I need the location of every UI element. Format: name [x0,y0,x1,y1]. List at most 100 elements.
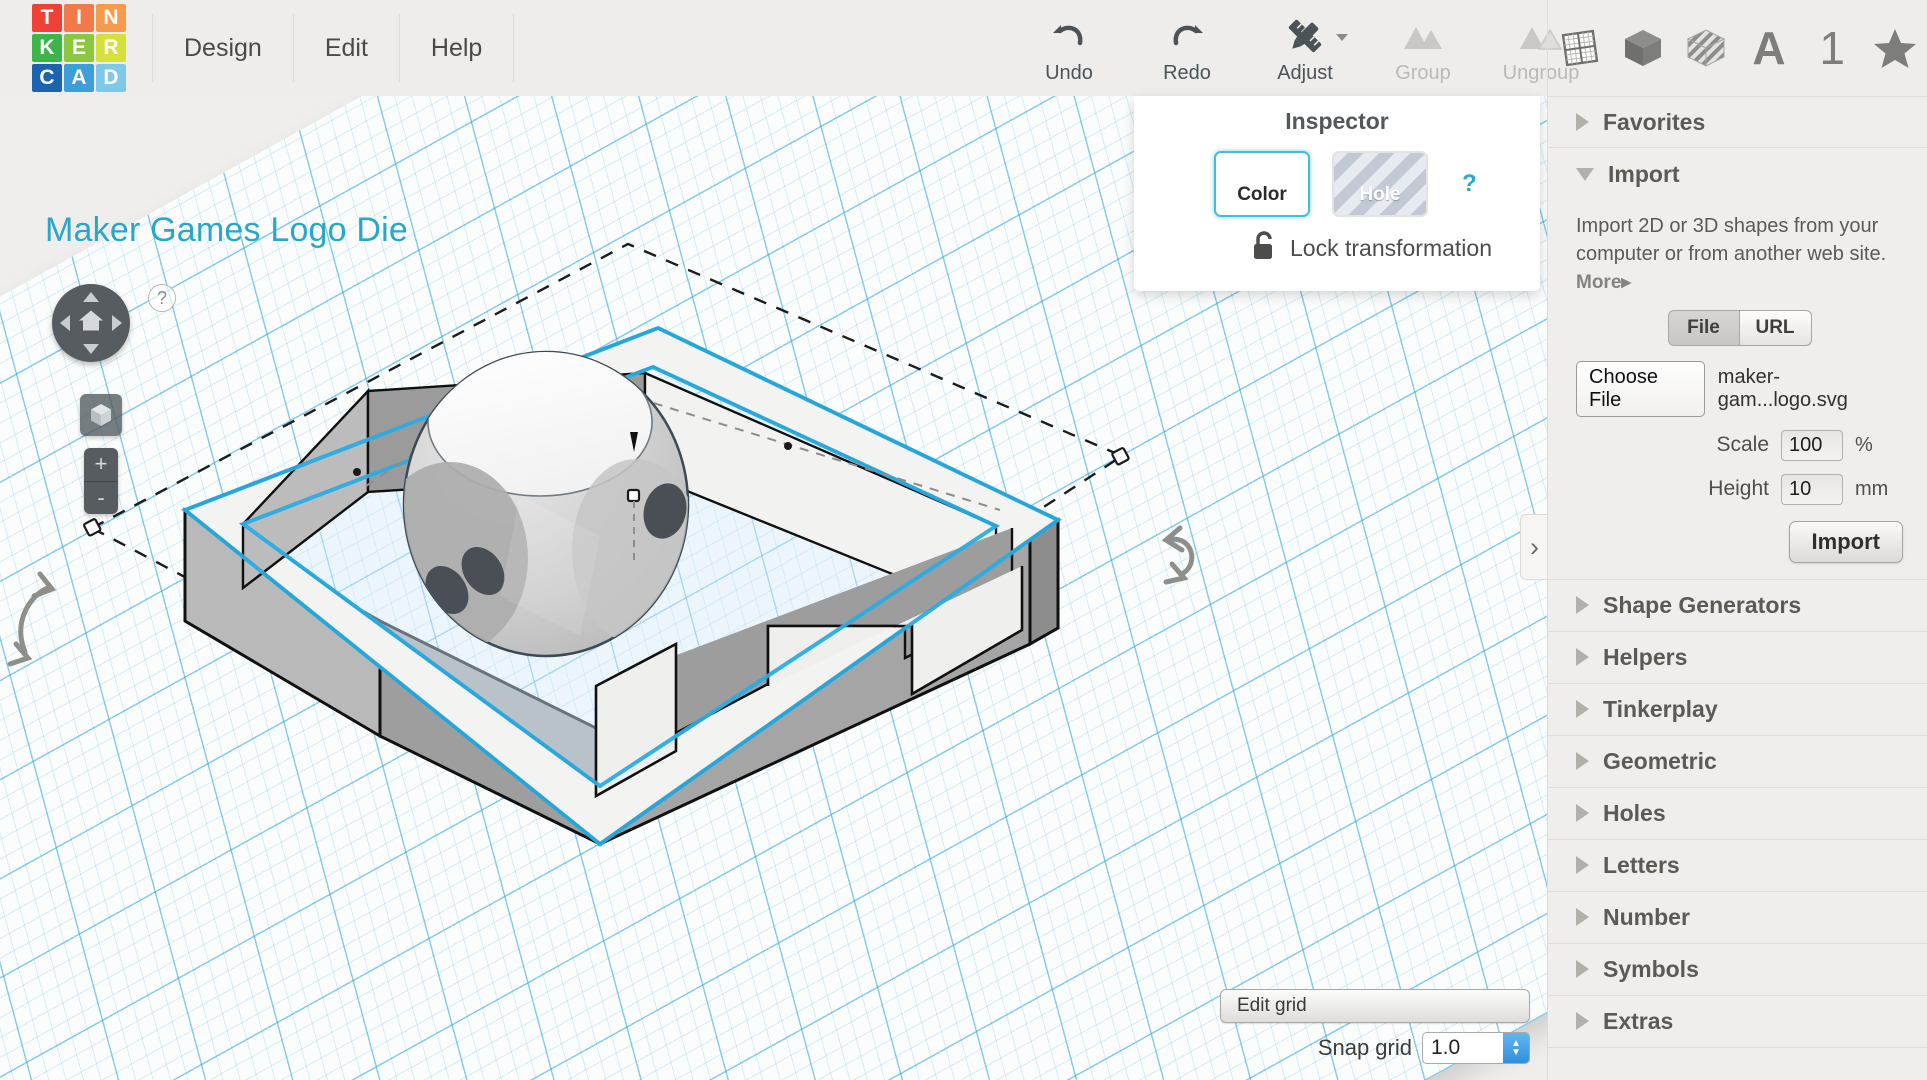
menu-item-help[interactable]: Help [400,14,515,82]
group-label: Group [1395,62,1451,84]
import-button[interactable]: Import [1788,520,1903,563]
lock-transformation-row[interactable]: Lock transformation [1134,231,1540,266]
shape-library-toolbar: A 1 [1547,0,1927,96]
undo-icon [1049,14,1089,58]
edit-grid-button[interactable]: Edit grid [1220,989,1530,1023]
group-button[interactable]: Group [1364,8,1482,85]
unlocked-padlock-icon[interactable] [1252,231,1278,266]
menu-bar: Design Edit Help [152,12,515,84]
import-button-row: Import [1576,520,1903,563]
panel-collapse-chevron-icon[interactable]: › [1520,514,1548,580]
section-header-import[interactable]: Import [1548,148,1927,200]
chevron-right-icon [1576,113,1589,131]
rotate-handle-right[interactable] [1161,525,1195,585]
color-swatch-button[interactable]: Color [1214,151,1310,217]
zoom-in-button[interactable]: + [84,448,118,482]
stepper-down-icon[interactable]: ▼ [1511,1048,1521,1058]
tinkercad-logo[interactable]: T I N K E R C A D [32,4,126,92]
inspector-swatches: Color Hole ? [1134,151,1540,217]
section-header-favorites[interactable]: Favorites [1548,96,1927,148]
inspector-panel: Inspector Color Hole ? Lock transformati… [1134,96,1540,291]
chevron-right-icon [1576,908,1589,927]
workplane-grid-icon[interactable] [1553,21,1607,75]
tab-file[interactable]: File [1667,309,1740,346]
grid-controls: Edit grid Snap grid 1.0 ▲ ▼ [1220,989,1530,1064]
chevron-right-icon [1576,700,1589,719]
section-label: Favorites [1603,108,1706,135]
nav-up-icon[interactable] [83,292,99,302]
section-header-extras[interactable]: Extras [1548,996,1927,1048]
scale-unit: % [1855,433,1873,456]
import-description: Import 2D or 3D shapes from your compute… [1576,215,1887,266]
section-header-symbols[interactable]: Symbols [1548,944,1927,996]
section-label: Geometric [1603,747,1717,774]
solid-cube-icon[interactable] [1616,21,1670,75]
section-header-helpers[interactable]: Helpers [1548,632,1927,684]
section-label: Helpers [1603,643,1688,670]
chevron-down-icon [1576,167,1594,181]
logo-tile: K [32,34,62,62]
height-unit: mm [1855,477,1889,500]
home-icon[interactable] [78,309,104,338]
section-header-holes[interactable]: Holes [1548,788,1927,840]
hole-swatch-button[interactable]: Hole [1332,151,1428,217]
logo-tile: A [64,64,94,92]
tinkercad-app: T I N K E R C A D Design Edit Help Undo [0,0,1927,1080]
snap-grid-label: Snap grid [1317,1035,1412,1060]
section-header-geometric[interactable]: Geometric [1548,736,1927,788]
redo-button[interactable]: Redo [1128,8,1246,85]
height-label: Height [1708,477,1769,501]
menu-item-edit[interactable]: Edit [294,14,400,82]
group-icon [1400,14,1446,58]
section-label: Import [1608,160,1680,187]
section-header-letters[interactable]: Letters [1548,840,1927,892]
undo-label: Undo [1045,62,1093,84]
letter-a-icon[interactable]: A [1742,21,1796,75]
logo-tile: T [32,4,62,32]
menu-item-design[interactable]: Design [152,14,294,82]
adjust-icon [1282,14,1328,58]
rotate-handle-left[interactable] [7,571,57,667]
section-header-tinkerplay[interactable]: Tinkerplay [1548,684,1927,736]
import-section-body: Import 2D or 3D shapes from your compute… [1548,200,1927,580]
tab-url[interactable]: URL [1739,309,1812,346]
logo-tile: E [64,34,94,62]
inspector-title: Inspector [1285,108,1389,134]
chevron-down-icon[interactable] [1336,34,1348,41]
inspector-help-icon[interactable]: ? [1462,170,1477,198]
chevron-right-icon [1576,596,1589,615]
snap-grid-value[interactable]: 1.0 [1423,1036,1503,1060]
section-header-shape-generators[interactable]: Shape Generators [1548,580,1927,632]
snap-grid-stepper-arrows[interactable]: ▲ ▼ [1503,1033,1529,1063]
toolbar: Undo Redo Adjust Group Ungroup [1010,8,1600,85]
nav-left-icon[interactable] [60,315,70,331]
view-navigation-pad[interactable] [52,284,130,362]
section-label: Extras [1603,1007,1674,1034]
die-height-handle[interactable] [626,488,641,503]
adjust-button[interactable]: Adjust [1246,8,1364,85]
file-chooser-row: Choose File maker-gam...logo.svg [1576,360,1903,417]
nav-right-icon[interactable] [112,315,122,331]
zoom-out-button[interactable]: - [84,482,118,515]
section-label: Holes [1603,799,1666,826]
chevron-right-icon [1576,1012,1589,1031]
undo-button[interactable]: Undo [1010,8,1128,85]
choose-file-button[interactable]: Choose File [1576,360,1705,417]
chevron-right-icon [1576,752,1589,771]
snap-grid-stepper[interactable]: 1.0 ▲ ▼ [1422,1032,1530,1064]
more-label: More [1576,271,1622,293]
nav-down-icon[interactable] [83,344,99,354]
star-icon[interactable] [1868,21,1922,75]
page-title[interactable]: Maker Games Logo Die [45,211,408,250]
section-header-number[interactable]: Number [1548,892,1927,944]
hole-cube-icon[interactable] [1679,21,1733,75]
height-input[interactable]: 10 [1781,473,1843,505]
canvas-help-badge[interactable]: ? [148,284,176,312]
fit-view-cube-icon[interactable] [80,394,122,436]
zoom-buttons[interactable]: + - [84,448,118,514]
scale-input[interactable]: 100 [1781,429,1843,461]
logo-tile: R [96,34,126,62]
logo-tile: N [96,4,126,32]
import-more-link[interactable]: More▸ [1576,271,1903,294]
number-one-icon[interactable]: 1 [1805,21,1859,75]
